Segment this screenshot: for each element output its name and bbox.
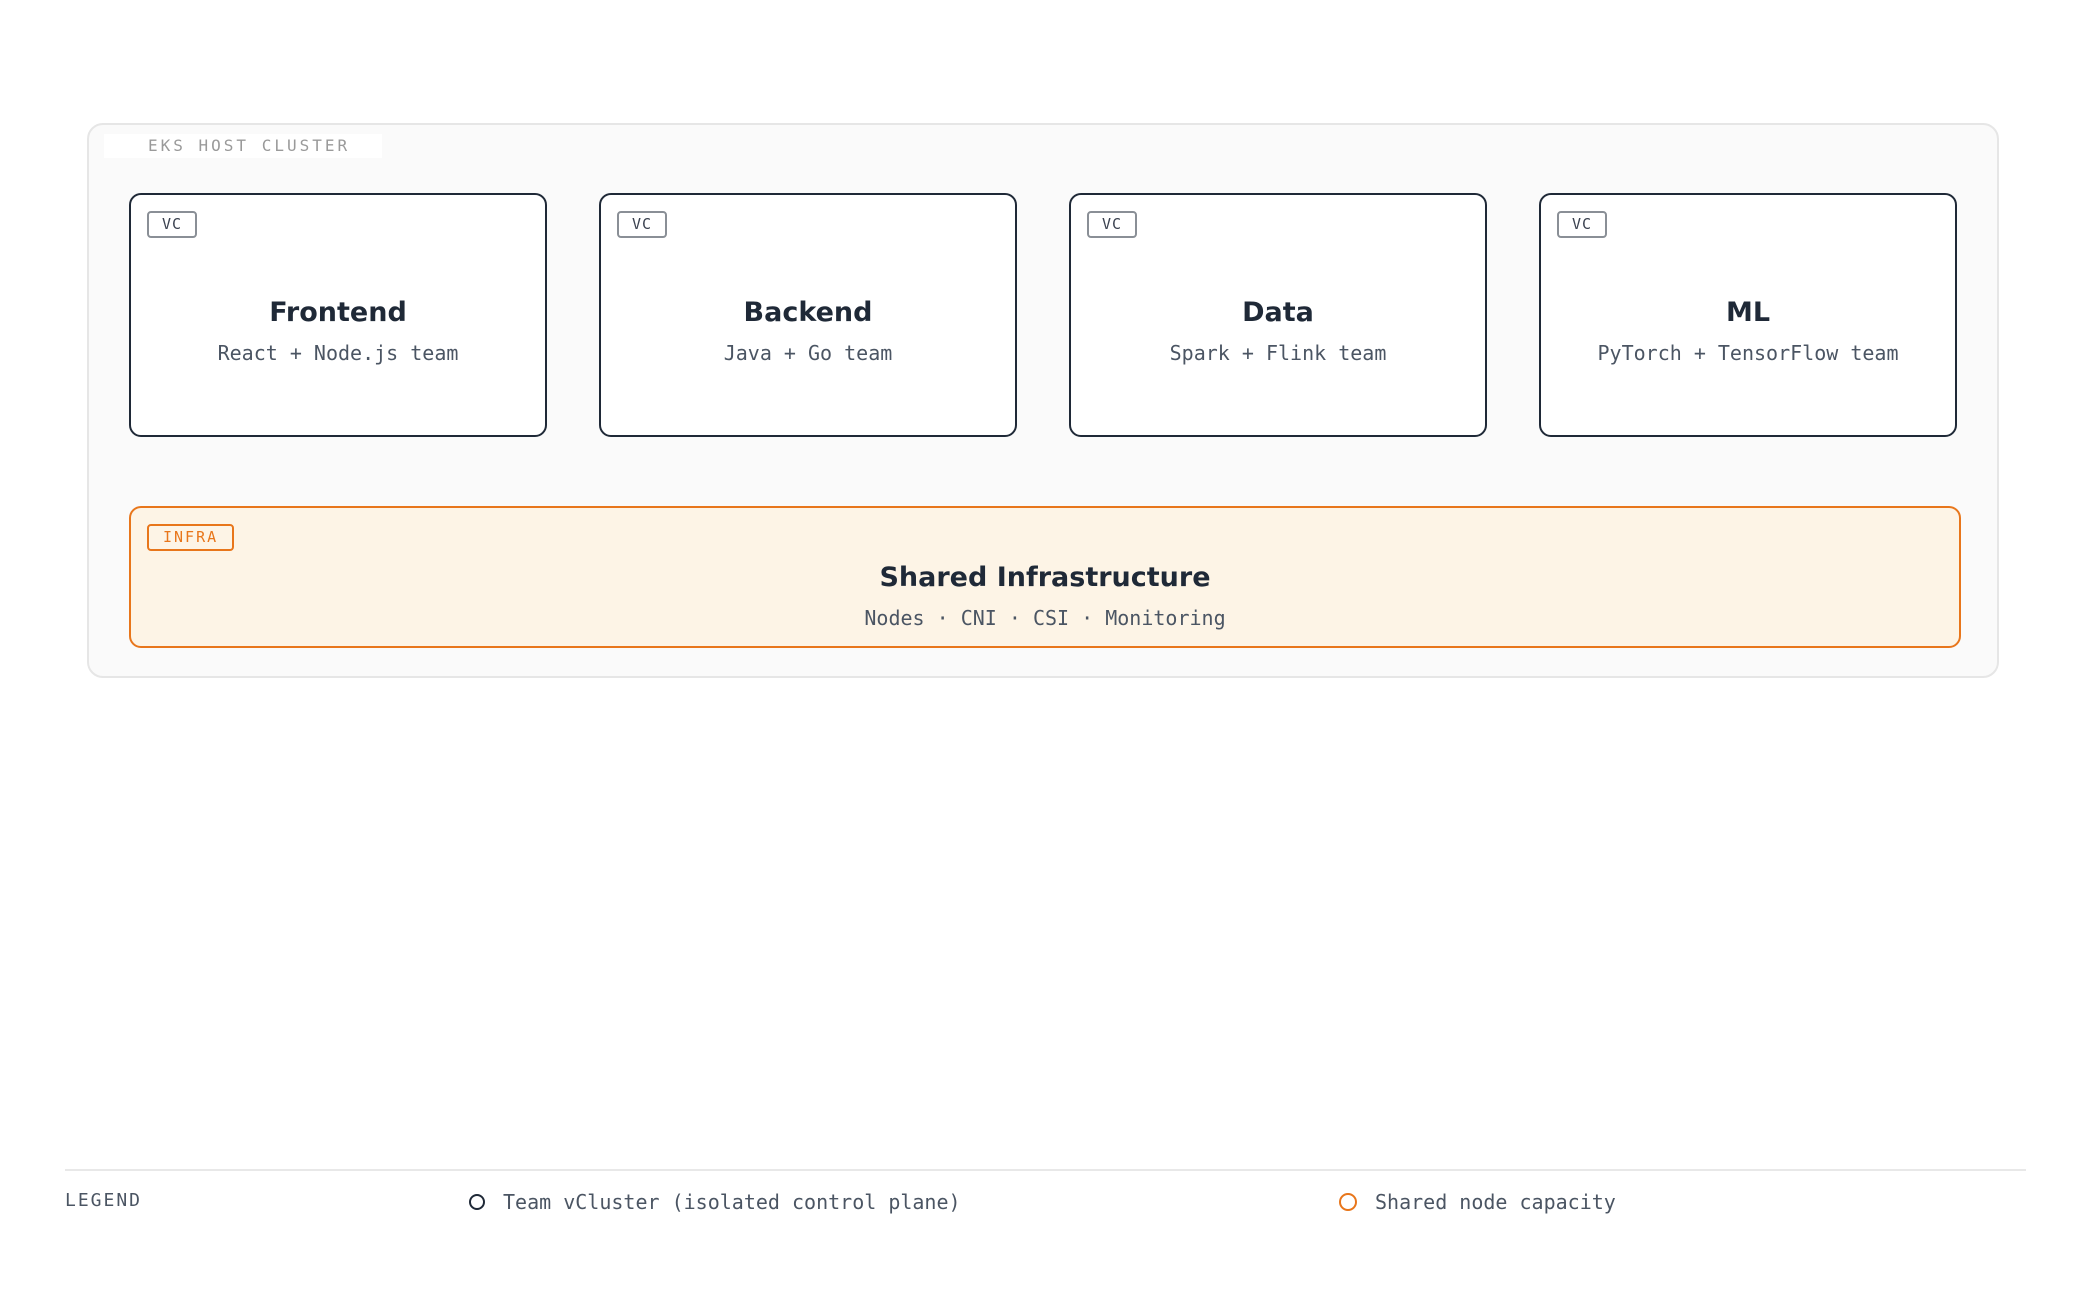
vcluster-subtitle: Spark + Flink team [1169,341,1387,365]
infra-title: Shared Infrastructure [879,562,1211,593]
vcluster-title: Data [1242,297,1314,328]
vcluster-subtitle: Java + Go team [723,341,893,365]
legend-item-text: Team vCluster (isolated control plane) [503,1190,961,1214]
shared-infrastructure[interactable]: INFRA Shared Infrastructure Nodes · CNI … [129,506,1961,648]
vcluster-backend[interactable]: VC Backend Java + Go team [599,193,1017,437]
vc-badge: VC [1557,211,1608,238]
legend-divider [65,1169,2026,1171]
vcluster-subtitle: React + Node.js team [217,341,459,365]
vc-badge: VC [147,211,198,238]
vcluster-title: Backend [743,297,873,328]
circle-icon [1339,1193,1357,1211]
vcluster-title: Frontend [269,297,407,328]
legend-item-vcluster: Team vCluster (isolated control plane) [469,1189,961,1215]
legend-item-text: Shared node capacity [1375,1190,1616,1214]
vcluster-title: ML [1725,297,1771,328]
vc-badge: VC [617,211,668,238]
infra-badge: INFRA [147,524,235,551]
vcluster-subtitle: PyTorch + TensorFlow team [1597,341,1899,365]
vc-badge: VC [1087,211,1138,238]
vcluster-data[interactable]: VC Data Spark + Flink team [1069,193,1487,437]
infra-subtitle: Nodes · CNI · CSI · Monitoring [864,606,1226,630]
vcluster-ml[interactable]: VC ML PyTorch + TensorFlow team [1539,193,1957,437]
legend-label: LEGEND [65,1190,143,1211]
legend-item-shared-capacity: Shared node capacity [1339,1189,1616,1215]
host-cluster-label: EKS HOST CLUSTER [104,134,382,158]
circle-icon [469,1194,485,1210]
vcluster-frontend[interactable]: VC Frontend React + Node.js team [129,193,547,437]
